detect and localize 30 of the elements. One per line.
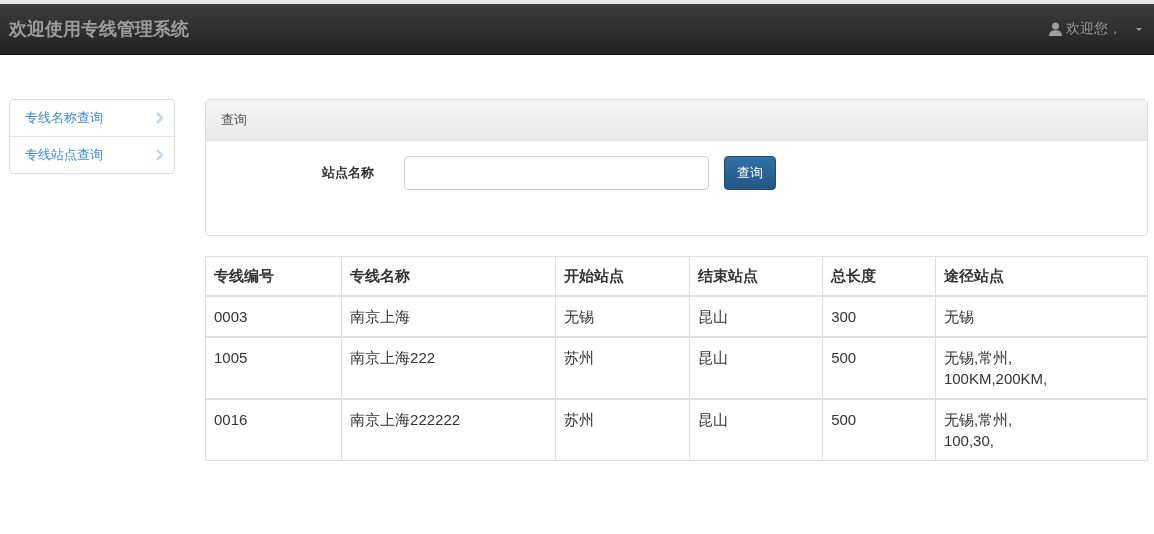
table-cell: 500 bbox=[822, 337, 936, 399]
field-label: 站点名称 bbox=[321, 164, 374, 182]
search-button[interactable]: 查询 bbox=[724, 156, 776, 190]
column-header: 结束站点 bbox=[689, 256, 823, 296]
table-cell: 苏州 bbox=[555, 399, 690, 461]
column-header: 专线名称 bbox=[341, 256, 556, 296]
table-cell: 昆山 bbox=[689, 399, 823, 461]
chevron-icon bbox=[156, 149, 164, 161]
panel-heading: 查询 bbox=[206, 100, 1147, 141]
table-cell: 南京上海222 bbox=[341, 337, 556, 399]
station-name-field[interactable] bbox=[404, 156, 709, 190]
sidebar-item[interactable]: 专线名称查询 bbox=[10, 100, 174, 136]
table-cell: 0016 bbox=[205, 399, 342, 461]
column-header: 途径站点 bbox=[935, 256, 1148, 296]
table-cell: 1005 bbox=[205, 337, 342, 399]
table-cell: 无锡,常州, 100,30, bbox=[935, 399, 1148, 461]
user-menu[interactable]: 欢迎您， bbox=[1049, 20, 1146, 38]
table-cell: 昆山 bbox=[689, 337, 823, 399]
table-cell: 0003 bbox=[205, 296, 342, 337]
user-icon bbox=[1049, 22, 1062, 36]
column-header: 开始站点 bbox=[555, 256, 690, 296]
column-header: 总长度 bbox=[822, 256, 936, 296]
sidebar-item[interactable]: 专线站点查询 bbox=[10, 136, 174, 173]
chevron-icon bbox=[156, 112, 164, 124]
table-cell: 苏州 bbox=[555, 337, 690, 399]
column-header: 专线编号 bbox=[205, 256, 342, 296]
app-title: 欢迎使用专线管理系统 bbox=[9, 18, 189, 41]
table-cell: 500 bbox=[822, 399, 936, 461]
table-cell: 无锡,常州, 100KM,200KM, bbox=[935, 337, 1148, 399]
table-cell: 南京上海222222 bbox=[341, 399, 556, 461]
